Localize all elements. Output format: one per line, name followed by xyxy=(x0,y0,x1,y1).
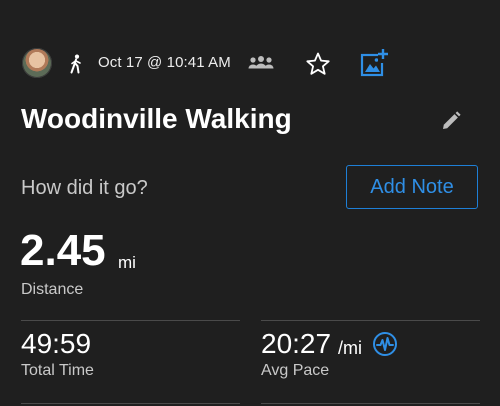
avg-pace-unit: /mi xyxy=(338,338,362,358)
avatar[interactable] xyxy=(22,48,52,78)
divider xyxy=(261,403,480,404)
total-time-label: Total Time xyxy=(21,362,94,379)
notes-prompt: How did it go? xyxy=(21,177,148,199)
add-media-icon[interactable] xyxy=(360,48,390,78)
star-icon[interactable] xyxy=(305,51,331,77)
divider xyxy=(261,320,480,321)
group-icon[interactable] xyxy=(248,55,274,71)
total-time-value: 49:59 xyxy=(21,328,92,359)
add-note-button[interactable]: Add Note xyxy=(346,165,478,209)
pencil-icon[interactable] xyxy=(440,110,462,132)
distance-value: 2.45 xyxy=(20,226,106,275)
walking-icon xyxy=(70,54,81,74)
activity-header: Oct 17 @ 10:41 AM xyxy=(22,46,482,80)
activity-date: Oct 17 @ 10:41 AM xyxy=(98,54,231,71)
distance-unit: mi xyxy=(118,253,136,272)
divider xyxy=(21,320,240,321)
activity-title: Woodinville Walking xyxy=(21,103,292,134)
pace-pulse-icon[interactable] xyxy=(372,331,398,357)
avg-pace-value: 20:27 xyxy=(261,328,332,359)
divider xyxy=(21,403,240,404)
distance-label: Distance xyxy=(21,281,84,298)
avg-pace-label: Avg Pace xyxy=(261,362,330,379)
